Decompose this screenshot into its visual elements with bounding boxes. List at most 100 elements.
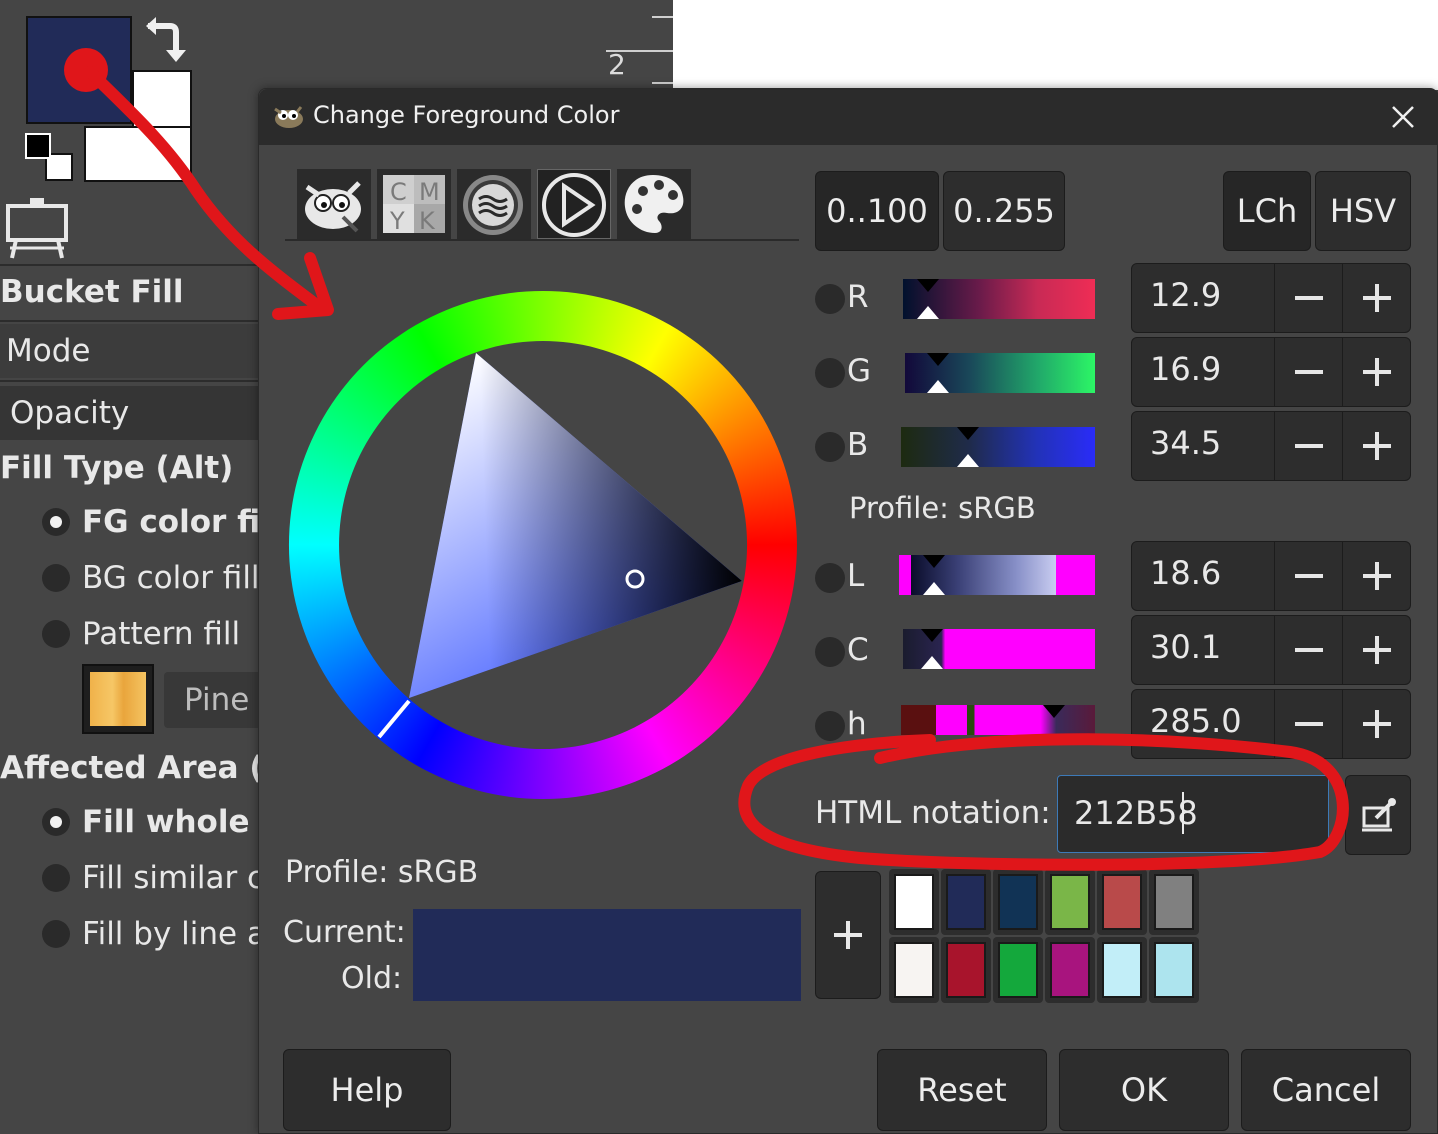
pattern-name-field[interactable]: Pine	[164, 672, 264, 728]
channel-b-radio[interactable]	[815, 432, 845, 462]
history-color-swatch[interactable]	[1149, 937, 1199, 1003]
history-color-swatch[interactable]	[889, 869, 939, 935]
fill-similar-colors-radio[interactable]	[42, 864, 70, 892]
channel-l-spin[interactable]: 18.6	[1131, 541, 1411, 611]
dialog-titlebar[interactable]: Change Foreground Color	[259, 89, 1438, 145]
old-color-preview[interactable]	[413, 955, 801, 1001]
pattern-fill-label[interactable]: Pattern fill	[82, 616, 240, 652]
channel-h-value[interactable]: 285.0	[1150, 702, 1242, 740]
channel-r-spin[interactable]: 12.9	[1131, 263, 1411, 333]
fill-by-line-art-radio[interactable]	[42, 920, 70, 948]
history-color-swatch[interactable]	[993, 869, 1043, 935]
swap-colors-icon[interactable]	[140, 14, 194, 66]
background-color-swatch-lower[interactable]	[84, 126, 192, 182]
slider-handle[interactable]	[913, 279, 943, 319]
fg-fill-radio[interactable]	[42, 508, 70, 536]
html-notation-input[interactable]: 212B58	[1057, 775, 1329, 853]
channel-l-decrement[interactable]	[1274, 542, 1343, 610]
channel-h-decrement[interactable]	[1274, 690, 1343, 758]
mode-combo[interactable]: Mode	[0, 324, 262, 378]
bg-fill-radio[interactable]	[42, 564, 70, 592]
history-color-swatch[interactable]	[1045, 937, 1095, 1003]
tab-palette[interactable]	[617, 169, 691, 239]
channel-l-increment[interactable]	[1342, 542, 1411, 610]
channel-c-radio[interactable]	[815, 637, 845, 667]
opacity-slider[interactable]: Opacity	[0, 386, 262, 440]
channel-h-spin[interactable]: 285.0	[1131, 689, 1411, 759]
slider-handle[interactable]	[923, 353, 953, 393]
foreground-color-swatch[interactable]	[26, 16, 132, 124]
channel-b-slider[interactable]	[901, 427, 1095, 467]
tab-triangle[interactable]	[537, 169, 611, 239]
ok-button[interactable]: OK	[1059, 1049, 1229, 1131]
help-button[interactable]: Help	[283, 1049, 451, 1131]
image-canvas[interactable]	[673, 0, 1438, 90]
channel-b-increment[interactable]	[1342, 412, 1411, 480]
range-0-255-button[interactable]: 0..255	[943, 171, 1065, 251]
channel-h-radio[interactable]	[815, 711, 845, 741]
channel-g-value[interactable]: 16.9	[1150, 350, 1221, 388]
channel-c-decrement[interactable]	[1274, 616, 1343, 684]
pattern-fill-radio[interactable]	[42, 620, 70, 648]
fill-whole-selection-label[interactable]: Fill whole s	[82, 804, 279, 840]
history-color-swatch[interactable]	[1097, 937, 1147, 1003]
channel-l-slider[interactable]	[899, 555, 1095, 595]
tab-gimp-selector[interactable]	[297, 169, 371, 239]
history-color-swatch[interactable]	[1149, 869, 1199, 935]
hsv-button[interactable]: HSV	[1315, 171, 1411, 251]
channel-l-radio[interactable]	[815, 563, 845, 593]
channel-c-increment[interactable]	[1342, 616, 1411, 684]
history-color-swatch[interactable]	[941, 869, 991, 935]
tab-cmyk[interactable]: C M Y K	[377, 169, 451, 239]
channel-g-increment[interactable]	[1342, 338, 1411, 406]
channel-h-label: h	[847, 706, 867, 742]
default-colors-icon[interactable]	[24, 132, 74, 182]
fill-whole-selection-radio[interactable]	[42, 808, 70, 836]
slider-handle[interactable]	[917, 629, 947, 669]
bucket-fill-tool-icon[interactable]	[2, 196, 72, 262]
slider-handle[interactable]	[1039, 705, 1069, 735]
tab-water[interactable]	[457, 169, 531, 239]
history-color-swatch[interactable]	[1045, 869, 1095, 935]
fill-similar-colors-label[interactable]: Fill similar co	[82, 860, 283, 896]
channel-l-value[interactable]: 18.6	[1150, 554, 1221, 592]
channel-g-spin[interactable]: 16.9	[1131, 337, 1411, 407]
channel-g-decrement[interactable]	[1274, 338, 1343, 406]
fg-fill-label[interactable]: FG color fill	[82, 504, 281, 540]
channel-b-spin[interactable]: 34.5	[1131, 411, 1411, 481]
cancel-button[interactable]: Cancel	[1241, 1049, 1411, 1131]
bg-fill-label[interactable]: BG color fill	[82, 560, 260, 596]
channel-c-value[interactable]: 30.1	[1150, 628, 1221, 666]
fill-by-line-art-label[interactable]: Fill by line a	[82, 916, 266, 952]
slider-handle[interactable]	[919, 555, 949, 595]
history-color-swatch[interactable]	[941, 937, 991, 1003]
html-notation-value[interactable]: 212B58	[1074, 794, 1198, 832]
reset-button[interactable]: Reset	[877, 1049, 1047, 1131]
channel-c-slider[interactable]	[903, 629, 1095, 669]
dialog-title: Change Foreground Color	[313, 101, 620, 129]
channel-r-radio[interactable]	[815, 284, 845, 314]
pattern-preview[interactable]	[82, 664, 154, 734]
slider-handle[interactable]	[953, 427, 983, 467]
channel-c-spin[interactable]: 30.1	[1131, 615, 1411, 685]
html-notation-label: HTML notation:	[815, 795, 1051, 831]
channel-r-slider[interactable]	[903, 279, 1095, 319]
lch-button[interactable]: LCh	[1223, 171, 1311, 251]
channel-r-decrement[interactable]	[1274, 264, 1343, 332]
channel-g-slider[interactable]	[905, 353, 1095, 393]
color-wheel-triangle[interactable]	[287, 289, 799, 801]
channel-b-decrement[interactable]	[1274, 412, 1343, 480]
channel-b-value[interactable]: 34.5	[1150, 424, 1221, 462]
channel-h-increment[interactable]	[1342, 690, 1411, 758]
range-0-100-button[interactable]: 0..100	[815, 171, 939, 251]
history-color-swatch[interactable]	[993, 937, 1043, 1003]
color-picker-button[interactable]	[1345, 775, 1411, 855]
channel-r-value[interactable]: 12.9	[1150, 276, 1221, 314]
history-color-swatch[interactable]	[889, 937, 939, 1003]
history-color-swatch[interactable]	[1097, 869, 1147, 935]
channel-h-slider[interactable]	[901, 705, 1095, 735]
close-icon[interactable]	[1387, 101, 1419, 133]
channel-r-increment[interactable]	[1342, 264, 1411, 332]
channel-g-radio[interactable]	[815, 358, 845, 388]
add-to-history-button[interactable]	[815, 871, 881, 999]
